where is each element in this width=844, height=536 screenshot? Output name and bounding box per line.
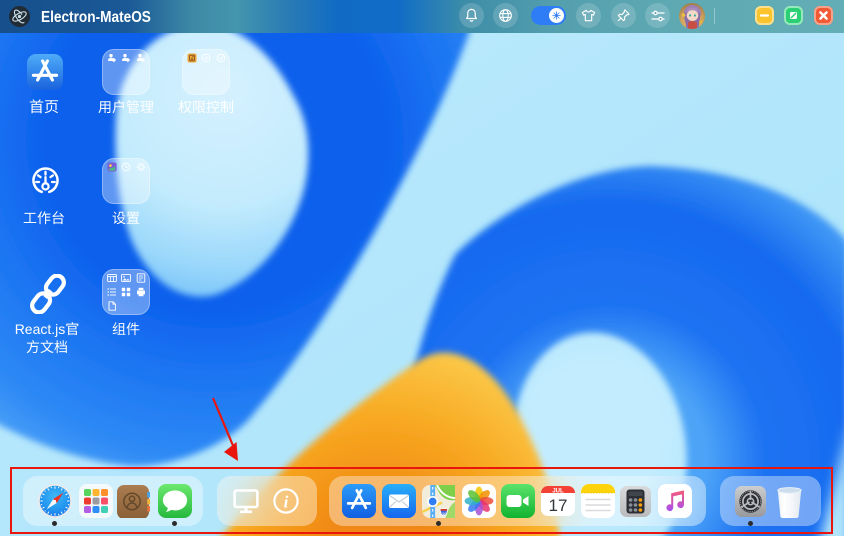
- svg-text:React.js: React.js: [15, 321, 66, 337]
